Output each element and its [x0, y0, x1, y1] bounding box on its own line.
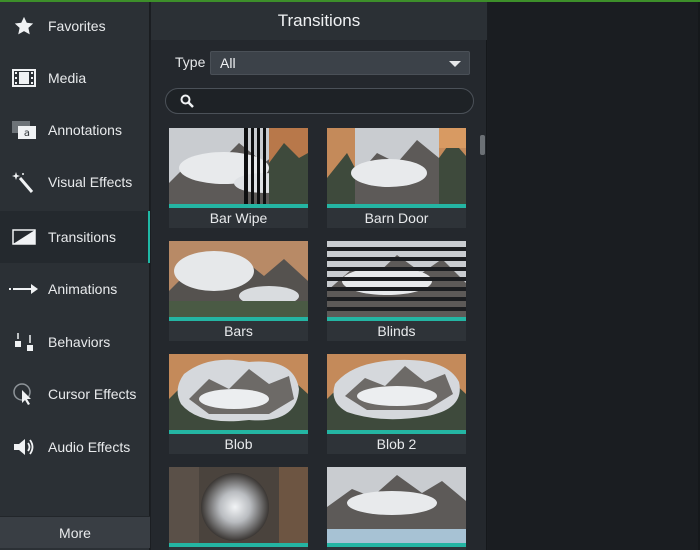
speaker-icon: [0, 421, 48, 473]
sidebar-item-audio-effects[interactable]: Audio Effects: [0, 421, 150, 473]
preview-area: [488, 0, 700, 550]
tile-label: Blob 2: [376, 436, 417, 452]
transition-tile-bar-wipe[interactable]: Bar Wipe: [169, 128, 308, 228]
tile-label: Bars: [224, 323, 253, 339]
more-button[interactable]: More: [0, 516, 150, 548]
transition-tile[interactable]: [327, 467, 466, 550]
type-dropdown[interactable]: All: [210, 51, 470, 75]
animation-arrow-icon: [0, 263, 48, 315]
transition-thumbnail: [327, 241, 466, 317]
transition-thumbnail: [327, 128, 466, 204]
sidebar-item-label: Transitions: [48, 229, 116, 245]
transition-tile-blinds[interactable]: Blinds: [327, 241, 466, 341]
sidebar-item-transitions[interactable]: Transitions: [0, 211, 150, 263]
sidebar-item-animations[interactable]: Animations: [0, 263, 150, 315]
film-icon: [0, 52, 48, 104]
sidebar: Favorites Media a Annotations Visual Eff…: [0, 0, 150, 550]
tile-label: Barn Door: [364, 210, 429, 226]
cursor-icon: [0, 368, 48, 420]
transition-thumbnail: [169, 467, 308, 543]
behaviors-icon: [0, 316, 48, 368]
search-icon: [180, 94, 194, 113]
transition-icon: [0, 211, 48, 263]
sidebar-item-label: Visual Effects: [48, 174, 133, 190]
transition-tile-barn-door[interactable]: Barn Door: [327, 128, 466, 228]
annotation-icon: a: [0, 104, 48, 156]
transition-thumbnail: [169, 354, 308, 430]
search-input[interactable]: [202, 92, 462, 110]
tile-label: Blinds: [377, 323, 416, 339]
panel-title: Transitions: [151, 2, 487, 40]
magic-wand-icon: [0, 156, 48, 208]
sidebar-item-visual-effects[interactable]: Visual Effects: [0, 156, 150, 208]
sidebar-item-annotations[interactable]: a Annotations: [0, 104, 150, 156]
transition-thumbnail: [169, 241, 308, 317]
sidebar-item-label: Behaviors: [48, 334, 111, 350]
sidebar-item-behaviors[interactable]: Behaviors: [0, 316, 150, 368]
transition-thumbnail: [169, 128, 308, 204]
svg-text:a: a: [24, 128, 30, 139]
tile-label: Bar Wipe: [209, 210, 268, 226]
sidebar-item-label: Favorites: [48, 18, 106, 34]
sidebar-item-favorites[interactable]: Favorites: [0, 0, 150, 52]
tile-label: Blob: [224, 436, 253, 452]
sidebar-item-label: Media: [48, 70, 87, 86]
sidebar-item-label: Animations: [48, 281, 118, 297]
sidebar-item-cursor-effects[interactable]: Cursor Effects: [0, 368, 150, 420]
transitions-panel: Transitions Type All Bar Wipe Barn Door …: [151, 0, 487, 550]
sidebar-item-label: Annotations: [48, 122, 122, 138]
transition-thumbnail: [327, 354, 466, 430]
sidebar-item-label: Cursor Effects: [48, 386, 137, 402]
chevron-down-icon: [449, 61, 461, 67]
search-box[interactable]: [165, 88, 474, 114]
scrollbar-thumb[interactable]: [480, 135, 485, 155]
transition-thumbnail: [327, 467, 466, 543]
sidebar-item-label: Audio Effects: [48, 439, 131, 455]
top-accent-line: [0, 0, 700, 2]
sidebar-item-media[interactable]: Media: [0, 52, 150, 104]
transition-tile-blob-2[interactable]: Blob 2: [327, 354, 466, 454]
transition-tile[interactable]: [169, 467, 308, 550]
type-label: Type: [175, 54, 206, 70]
type-dropdown-value: All: [220, 55, 236, 71]
transition-tile-bars[interactable]: Bars: [169, 241, 308, 341]
star-icon: [0, 0, 48, 52]
transition-tile-blob[interactable]: Blob: [169, 354, 308, 454]
